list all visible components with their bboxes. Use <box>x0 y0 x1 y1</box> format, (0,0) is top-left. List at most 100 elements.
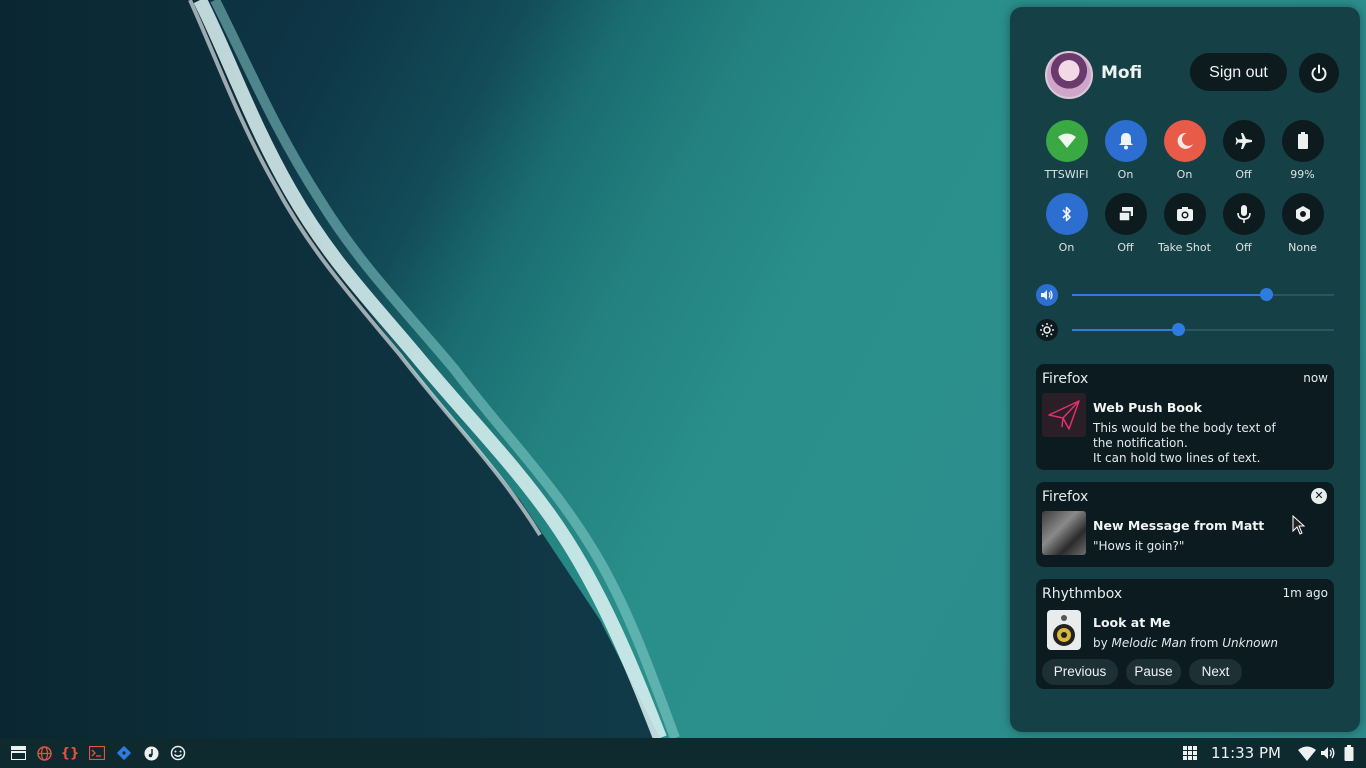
web-browser-icon[interactable] <box>36 745 52 761</box>
notification-title: Web Push Book <box>1093 400 1202 415</box>
music-icon[interactable] <box>143 745 159 761</box>
brightness-icon[interactable] <box>1036 319 1058 341</box>
wifi-toggle-button[interactable] <box>1045 120 1088 162</box>
notification-title: Look at Me <box>1093 615 1171 630</box>
night-mode-toggle-button[interactable] <box>1163 120 1206 162</box>
song-artist: Melodic Man <box>1111 636 1187 650</box>
notifications-toggle-button[interactable] <box>1104 120 1147 162</box>
clock[interactable]: 11:33 PM <box>1211 744 1281 762</box>
toggle-label: TTSWIFI <box>1044 168 1089 181</box>
sign-out-button[interactable]: Sign out <box>1190 53 1287 91</box>
toggle-label: On <box>1176 168 1193 181</box>
volume-icon[interactable] <box>1036 284 1058 306</box>
microphone-icon <box>1236 205 1251 223</box>
toggle-screenshot[interactable]: Take Shot <box>1155 193 1214 254</box>
toggle-night-mode[interactable]: On <box>1155 120 1214 181</box>
toggle-wifi[interactable]: TTSWIFI <box>1037 120 1096 181</box>
brightness-slider-row <box>1036 319 1336 341</box>
apps-grid-icon[interactable] <box>1182 745 1198 761</box>
settings-icon <box>1295 206 1310 222</box>
volume-icon[interactable] <box>1320 745 1336 761</box>
quick-settings-panel: Mofi Sign out TTSWIFI On On Off 99% On O… <box>1010 7 1360 732</box>
notification-card[interactable]: Rhythmbox 1m ago Look at Me by Melodic M… <box>1036 579 1334 689</box>
toggle-airplane-mode[interactable]: Off <box>1214 120 1273 181</box>
window-toggle-button[interactable] <box>1104 193 1147 235</box>
volume-slider-row <box>1036 284 1336 306</box>
brightness-slider-fill <box>1072 329 1179 331</box>
song-album: Unknown <box>1222 636 1278 650</box>
toggle-notifications[interactable]: On <box>1096 120 1155 181</box>
battery-button[interactable] <box>1281 120 1324 162</box>
toggle-label: Off <box>1235 168 1252 181</box>
toggle-bluetooth[interactable]: On <box>1037 193 1096 254</box>
toggle-microphone[interactable]: Off <box>1214 193 1273 254</box>
notification-app-name: Firefox <box>1042 489 1089 505</box>
user-row: Mofi Sign out <box>1045 51 1339 99</box>
emoji-icon[interactable] <box>170 745 186 761</box>
notification-body: This would be the body text of the notif… <box>1093 421 1276 466</box>
camera-icon <box>1176 207 1193 221</box>
paper-plane-icon <box>1042 393 1086 437</box>
pause-button[interactable]: Pause <box>1126 659 1181 685</box>
wifi-icon[interactable] <box>1298 745 1316 761</box>
notification-body-from: from <box>1190 636 1219 650</box>
toggle-label: On <box>1117 168 1134 181</box>
toggle-label: Take Shot <box>1158 241 1211 254</box>
notification-body: by Melodic Man from Unknown <box>1093 636 1278 651</box>
notification-app-name: Firefox <box>1042 371 1089 387</box>
power-button[interactable] <box>1299 53 1339 93</box>
volume-slider[interactable] <box>1072 288 1334 301</box>
next-button[interactable]: Next <box>1189 659 1242 685</box>
airplane-icon <box>1235 133 1252 149</box>
taskbar: {} 11:33 PM <box>0 738 1366 768</box>
photo-thumbnail <box>1042 511 1086 555</box>
windows-icon <box>1117 207 1133 222</box>
avatar[interactable] <box>1045 51 1093 99</box>
toggle-label: Off <box>1117 241 1134 254</box>
volume-slider-fill <box>1072 294 1266 296</box>
notification-title: New Message from Matt <box>1093 518 1265 533</box>
close-icon: ✕ <box>1314 489 1324 502</box>
terminal-icon[interactable] <box>89 745 105 761</box>
notification-body-line: "Hows it goin?" <box>1093 539 1185 553</box>
settings-toggle-button[interactable] <box>1281 193 1324 235</box>
wifi-icon <box>1057 133 1076 148</box>
notification-body-line: It can hold two lines of text. <box>1093 451 1261 465</box>
bluetooth-toggle-button[interactable] <box>1045 193 1088 235</box>
mouse-cursor-icon <box>1292 515 1306 535</box>
notification-time: 1m ago <box>1282 586 1328 600</box>
brightness-slider[interactable] <box>1072 323 1334 336</box>
bluetooth-icon <box>1061 206 1071 222</box>
toggle-battery[interactable]: 99% <box>1273 120 1332 181</box>
toggle-settings[interactable]: None <box>1273 193 1332 254</box>
brightness-slider-knob[interactable] <box>1172 323 1186 336</box>
notification-body-line: This would be the body text of <box>1093 421 1276 435</box>
git-icon[interactable] <box>116 745 132 761</box>
speaker-icon <box>1042 608 1086 652</box>
moon-icon <box>1177 132 1193 149</box>
power-icon <box>1311 64 1327 82</box>
bell-icon <box>1118 133 1133 150</box>
notification-body-by: by <box>1093 636 1108 650</box>
close-notification-button[interactable]: ✕ <box>1311 488 1327 504</box>
notification-body-line: the notification. <box>1093 436 1188 450</box>
notification-body: "Hows it goin?" <box>1093 539 1184 554</box>
notification-time: now <box>1303 371 1328 385</box>
toggle-label: Off <box>1235 241 1252 254</box>
volume-slider-knob[interactable] <box>1259 288 1273 301</box>
microphone-toggle-button[interactable] <box>1222 193 1265 235</box>
battery-icon[interactable] <box>1341 745 1357 761</box>
notification-card[interactable]: Firefox ✕ New Message from Matt "Hows it… <box>1036 482 1334 567</box>
toggle-window-mode[interactable]: Off <box>1096 193 1155 254</box>
previous-button[interactable]: Previous <box>1042 659 1118 685</box>
battery-icon <box>1297 132 1308 149</box>
code-editor-icon[interactable]: {} <box>61 745 80 761</box>
airplane-toggle-button[interactable] <box>1222 120 1265 162</box>
toggle-label: On <box>1058 241 1075 254</box>
toggle-label: 99% <box>1290 168 1315 181</box>
notification-card[interactable]: Firefox now Web Push Book This would be … <box>1036 364 1334 470</box>
toggle-label: None <box>1288 241 1317 254</box>
notification-app-name: Rhythmbox <box>1042 586 1123 602</box>
screenshot-button[interactable] <box>1163 193 1206 235</box>
workspace-icon[interactable] <box>10 745 26 761</box>
